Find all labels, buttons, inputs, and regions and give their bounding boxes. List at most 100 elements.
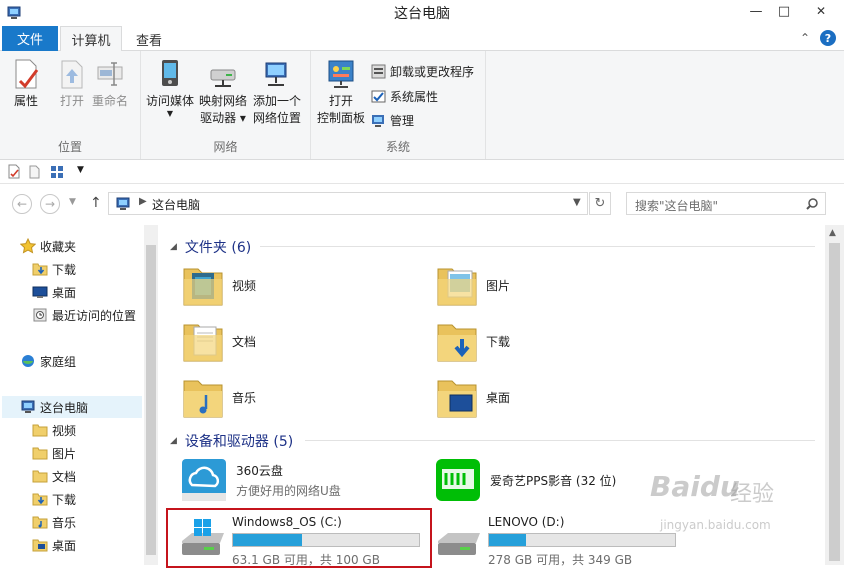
window-title: 这台电脑 [394,6,450,22]
collapse-ribbon-icon[interactable]: ⌃ [800,31,810,45]
forward-button[interactable]: → [40,194,60,214]
folder-icon [32,447,48,460]
nav-scrollbar[interactable] [144,225,158,565]
uninstall-program-button[interactable]: 卸载或更改程序 [371,63,474,80]
nav-pc-item[interactable]: 下载 [32,488,76,510]
tab-computer[interactable]: 计算机 [60,26,122,52]
properties-quick-icon[interactable] [7,164,21,179]
quick-access-toolbar: ▼ [0,160,844,184]
device-360-cloud[interactable]: 360云盘 方便好用的网络U盘 [180,457,341,503]
computer-icon [116,197,130,210]
recent-locations-icon[interactable]: ▼ [69,197,76,207]
tab-file[interactable]: 文件 [2,26,58,51]
computer-icon[interactable] [6,5,22,21]
folder-item[interactable]: 视频 [182,261,256,309]
manage-icon [372,115,384,127]
close-button[interactable]: ✕ [798,0,844,22]
nav-recent-places[interactable]: 最近访问的位置 [32,304,136,326]
nav-favorites[interactable]: 收藏夹 [20,235,76,257]
up-button[interactable]: ↑ [90,195,102,211]
folder-item[interactable]: 桌面 [436,373,510,421]
nav-homegroup[interactable]: 家庭组 [20,350,76,372]
downloads-icon [32,263,48,276]
maximize-button[interactable]: □ [770,0,798,22]
device-name: 360云盘 [236,463,283,478]
search-input[interactable]: 搜索"这台电脑" [626,192,826,215]
system-properties-button[interactable]: 系统属性 [371,88,438,105]
device-iqiyi[interactable]: 爱奇艺PPS影音 (32 位) [434,457,616,503]
scroll-up-icon[interactable]: ▲ [829,228,836,238]
address-dropdown-icon[interactable]: ▼ [573,197,581,208]
nav-downloads[interactable]: 下载 [32,258,76,280]
section-folders[interactable]: ◢ 文件夹 (6) [170,237,251,257]
ribbon: 属性 打开 重命名 位置 访问媒体 ▼ 映射网络 驱动器 ▾ 添加一个 网络位置… [0,51,844,160]
homegroup-icon [22,355,34,367]
folder-item[interactable]: 文档 [182,317,256,365]
nav-pc-item[interactable]: 桌面 [32,534,76,556]
drive-space-info: 278 GB 可用，共 349 GB [488,553,633,567]
folder-item[interactable]: 图片 [436,261,510,309]
collapse-caret-icon[interactable]: ◢ [170,436,177,446]
navigation-pane: 收藏夹 下载 桌面 最近访问的位置 家庭组 这台电脑 视频 图片 文档 下载 音… [0,225,157,565]
map-drive-button[interactable]: 映射网络 驱动器 ▾ [199,57,247,127]
music-folder-icon [32,516,48,529]
group-location: 属性 打开 重命名 位置 [0,51,141,159]
nav-pc-item[interactable]: 音乐 [32,511,76,533]
drive-c-highlight-box [166,508,432,568]
folder-item[interactable]: 下载 [436,317,510,365]
cloud-drive-icon [182,459,226,501]
group-network: 访问媒体 ▼ 映射网络 驱动器 ▾ 添加一个 网络位置 网络 [141,51,311,159]
group-label-system: 系统 [385,140,410,154]
network-location-icon [265,62,287,86]
section-devices[interactable]: ◢ 设备和驱动器 (5) [170,431,293,451]
map-drive-icon [210,69,236,87]
minimize-button[interactable]: — [742,0,770,22]
back-button[interactable]: ← [12,194,32,214]
documents-folder-icon [183,324,223,362]
system-properties-icon [371,90,386,103]
collapse-caret-icon[interactable]: ◢ [170,242,177,252]
open-control-panel-button[interactable]: 打开 控制面板 [317,57,365,127]
group-system: 打开 控制面板 卸载或更改程序 系统属性 管理 系统 [311,51,486,159]
folder-item[interactable]: 音乐 [182,373,256,421]
properties-button[interactable]: 属性 [10,57,42,110]
section-divider [305,440,815,441]
nav-this-pc[interactable]: 这台电脑 [2,396,142,418]
control-panel-icon [328,60,354,88]
nav-desktop[interactable]: 桌面 [32,281,76,303]
customize-quick-access-icon[interactable]: ▼ [77,165,84,175]
search-placeholder: 搜索"这台电脑" [635,199,719,213]
rename-icon [97,62,123,86]
breadcrumb[interactable]: 这台电脑 [152,196,200,213]
breadcrumb-separator-icon[interactable]: ▶ [139,196,147,207]
properties-icon [15,59,39,89]
new-folder-quick-icon[interactable] [28,164,42,179]
refresh-button[interactable]: ↻ [589,192,611,215]
desktop-folder-icon [32,539,48,552]
folder-icon [32,470,48,483]
tab-view[interactable]: 查看 [126,26,172,52]
nav-pc-item[interactable]: 图片 [32,442,76,464]
manage-button[interactable]: 管理 [371,112,414,129]
video-folder-icon [183,268,223,306]
rename-button[interactable]: 重命名 [92,57,128,110]
search-icon [806,198,818,210]
address-bar[interactable]: ▶ 这台电脑 ▼ [108,192,588,215]
view-quick-icon[interactable] [50,164,64,179]
nav-pc-item[interactable]: 视频 [32,419,76,441]
add-network-location-button[interactable]: 添加一个 网络位置 [253,57,301,127]
music-folder-icon [183,380,223,418]
explorer-window: 这台电脑 — □ ✕ 文件 计算机 查看 ⌃ ? 属性 打开 重命名 位置 访问… [0,0,844,568]
help-icon[interactable]: ? [820,30,836,46]
star-icon [20,238,36,254]
drive-usage-fill [489,534,527,546]
access-media-button[interactable]: 访问媒体 ▼ [146,57,194,118]
desktop-icon [32,286,48,298]
group-label-location: 位置 [57,140,82,154]
computer-icon [21,400,35,413]
open-icon [61,60,83,89]
nav-pc-item[interactable]: 文档 [32,465,76,487]
nav-scrollbar-thumb[interactable] [146,245,156,555]
open-button[interactable]: 打开 [56,57,88,110]
watermark: Baidu 经验 jingyan.baidu.com [650,470,775,532]
